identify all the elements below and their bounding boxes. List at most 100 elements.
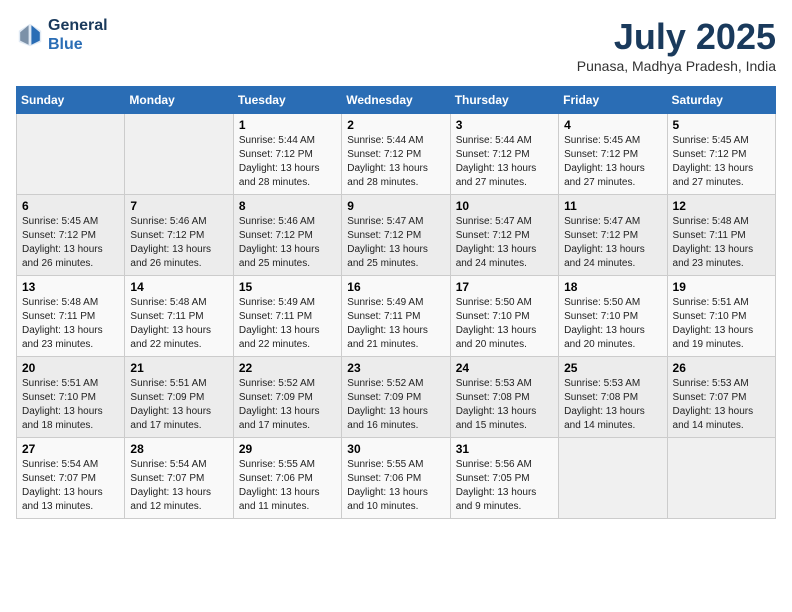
day-number: 26: [673, 361, 770, 375]
day-info: Sunrise: 5:49 AM Sunset: 7:11 PM Dayligh…: [347, 296, 444, 352]
calendar-cell: 3 Sunrise: 5:44 AM Sunset: 7:12 PM Daylig…: [450, 114, 558, 195]
calendar-cell: 7Sunrise: 5:46 AM Sunset: 7:12 PM Daylig…: [125, 195, 233, 276]
header-monday: Monday: [125, 87, 233, 114]
day-number: 29: [239, 442, 336, 456]
day-info: Sunrise: 5:47 AM Sunset: 7:12 PM Dayligh…: [564, 215, 661, 271]
calendar-cell: [667, 438, 775, 519]
day-number: 20: [22, 361, 119, 375]
calendar-week-4: 20 Sunrise: 5:51 AM Sunset: 7:10 PM Dayli…: [17, 357, 776, 438]
day-number: 12: [673, 199, 770, 213]
day-info: Sunrise: 5:51 AM Sunset: 7:10 PM Dayligh…: [673, 296, 770, 352]
calendar-cell: 10 Sunrise: 5:47 AM Sunset: 7:12 PM Dayli…: [450, 195, 558, 276]
day-number: 30: [347, 442, 444, 456]
day-number: 31: [456, 442, 553, 456]
calendar-cell: 18 Sunrise: 5:50 AM Sunset: 7:10 PM Dayli…: [559, 276, 667, 357]
day-number: 25: [564, 361, 661, 375]
calendar-cell: 16 Sunrise: 5:49 AM Sunset: 7:11 PM Dayli…: [342, 276, 450, 357]
day-number: 28: [130, 442, 227, 456]
day-info: Sunrise: 5:50 AM Sunset: 7:10 PM Dayligh…: [456, 296, 553, 352]
calendar-week-3: 13 Sunrise: 5:48 AM Sunset: 7:11 PM Dayli…: [17, 276, 776, 357]
calendar-cell: [559, 438, 667, 519]
day-number: 4: [564, 118, 661, 132]
day-number: 17: [456, 280, 553, 294]
calendar-cell: 8Sunrise: 5:46 AM Sunset: 7:12 PM Daylig…: [233, 195, 341, 276]
day-info: Sunrise: 5:45 AM Sunset: 7:12 PM Dayligh…: [673, 134, 770, 190]
calendar-cell: 24Sunrise: 5:53 AM Sunset: 7:08 PM Dayli…: [450, 357, 558, 438]
logo-blue: Blue: [48, 36, 83, 53]
calendar-cell: 6Sunrise: 5:45 AM Sunset: 7:12 PM Daylig…: [17, 195, 125, 276]
header-thursday: Thursday: [450, 87, 558, 114]
calendar-cell: 23Sunrise: 5:52 AM Sunset: 7:09 PM Dayli…: [342, 357, 450, 438]
calendar-cell: 25 Sunrise: 5:53 AM Sunset: 7:08 PM Dayli…: [559, 357, 667, 438]
day-number: 7: [130, 199, 227, 213]
calendar-cell: 17 Sunrise: 5:50 AM Sunset: 7:10 PM Dayli…: [450, 276, 558, 357]
day-number: 9: [347, 199, 444, 213]
day-info: Sunrise: 5:45 AM Sunset: 7:12 PM Dayligh…: [564, 134, 661, 190]
calendar-cell: 20 Sunrise: 5:51 AM Sunset: 7:10 PM Dayli…: [17, 357, 125, 438]
day-info: Sunrise: 5:44 AM Sunset: 7:12 PM Dayligh…: [456, 134, 553, 190]
calendar-cell: 1Sunrise: 5:44 AM Sunset: 7:12 PM Daylig…: [233, 114, 341, 195]
logo-text: General Blue: [48, 16, 108, 54]
location-subtitle: Punasa, Madhya Pradesh, India: [577, 58, 776, 74]
day-info: Sunrise: 5:52 AM Sunset: 7:09 PM Dayligh…: [239, 377, 336, 433]
day-info: Sunrise: 5:53 AM Sunset: 7:08 PM Dayligh…: [564, 377, 661, 433]
day-number: 15: [239, 280, 336, 294]
day-info: Sunrise: 5:54 AM Sunset: 7:07 PM Dayligh…: [130, 458, 227, 514]
calendar-cell: 2Sunrise: 5:44 AM Sunset: 7:12 PM Daylig…: [342, 114, 450, 195]
day-number: 21: [130, 361, 227, 375]
calendar-cell: [125, 114, 233, 195]
header-saturday: Saturday: [667, 87, 775, 114]
day-number: 10: [456, 199, 553, 213]
day-info: Sunrise: 5:53 AM Sunset: 7:07 PM Dayligh…: [673, 377, 770, 433]
calendar-cell: 27Sunrise: 5:54 AM Sunset: 7:07 PM Dayli…: [17, 438, 125, 519]
day-number: 19: [673, 280, 770, 294]
day-info: Sunrise: 5:48 AM Sunset: 7:11 PM Dayligh…: [673, 215, 770, 271]
day-info: Sunrise: 5:47 AM Sunset: 7:12 PM Dayligh…: [456, 215, 553, 271]
calendar-table: SundayMondayTuesdayWednesdayThursdayFrid…: [16, 86, 776, 519]
logo: General Blue: [16, 16, 108, 54]
calendar-cell: 31Sunrise: 5:56 AM Sunset: 7:05 PM Dayli…: [450, 438, 558, 519]
calendar-cell: 30 Sunrise: 5:55 AM Sunset: 7:06 PM Dayli…: [342, 438, 450, 519]
calendar-cell: 14Sunrise: 5:48 AM Sunset: 7:11 PM Dayli…: [125, 276, 233, 357]
calendar-cell: 5Sunrise: 5:45 AM Sunset: 7:12 PM Daylig…: [667, 114, 775, 195]
calendar-cell: 4 Sunrise: 5:45 AM Sunset: 7:12 PM Daylig…: [559, 114, 667, 195]
day-info: Sunrise: 5:53 AM Sunset: 7:08 PM Dayligh…: [456, 377, 553, 433]
day-info: Sunrise: 5:55 AM Sunset: 7:06 PM Dayligh…: [239, 458, 336, 514]
day-number: 13: [22, 280, 119, 294]
header-tuesday: Tuesday: [233, 87, 341, 114]
day-number: 8: [239, 199, 336, 213]
day-info: Sunrise: 5:51 AM Sunset: 7:09 PM Dayligh…: [130, 377, 227, 433]
day-info: Sunrise: 5:50 AM Sunset: 7:10 PM Dayligh…: [564, 296, 661, 352]
day-info: Sunrise: 5:55 AM Sunset: 7:06 PM Dayligh…: [347, 458, 444, 514]
calendar-cell: 29 Sunrise: 5:55 AM Sunset: 7:06 PM Dayli…: [233, 438, 341, 519]
day-info: Sunrise: 5:48 AM Sunset: 7:11 PM Dayligh…: [130, 296, 227, 352]
header-wednesday: Wednesday: [342, 87, 450, 114]
calendar-cell: [17, 114, 125, 195]
day-info: Sunrise: 5:49 AM Sunset: 7:11 PM Dayligh…: [239, 296, 336, 352]
header-sunday: Sunday: [17, 87, 125, 114]
day-info: Sunrise: 5:51 AM Sunset: 7:10 PM Dayligh…: [22, 377, 119, 433]
logo-general: General: [48, 17, 108, 34]
day-info: Sunrise: 5:52 AM Sunset: 7:09 PM Dayligh…: [347, 377, 444, 433]
calendar-week-5: 27Sunrise: 5:54 AM Sunset: 7:07 PM Dayli…: [17, 438, 776, 519]
calendar-cell: 26 Sunrise: 5:53 AM Sunset: 7:07 PM Dayli…: [667, 357, 775, 438]
calendar-cell: 15 Sunrise: 5:49 AM Sunset: 7:11 PM Dayli…: [233, 276, 341, 357]
calendar-cell: 28 Sunrise: 5:54 AM Sunset: 7:07 PM Dayli…: [125, 438, 233, 519]
calendar-cell: 9Sunrise: 5:47 AM Sunset: 7:12 PM Daylig…: [342, 195, 450, 276]
day-info: Sunrise: 5:48 AM Sunset: 7:11 PM Dayligh…: [22, 296, 119, 352]
day-info: Sunrise: 5:44 AM Sunset: 7:12 PM Dayligh…: [239, 134, 336, 190]
day-info: Sunrise: 5:44 AM Sunset: 7:12 PM Dayligh…: [347, 134, 444, 190]
day-number: 6: [22, 199, 119, 213]
day-number: 11: [564, 199, 661, 213]
day-number: 16: [347, 280, 444, 294]
header-friday: Friday: [559, 87, 667, 114]
logo-icon: [16, 21, 44, 49]
calendar-cell: 11 Sunrise: 5:47 AM Sunset: 7:12 PM Dayli…: [559, 195, 667, 276]
calendar-week-2: 6Sunrise: 5:45 AM Sunset: 7:12 PM Daylig…: [17, 195, 776, 276]
day-number: 3: [456, 118, 553, 132]
day-info: Sunrise: 5:54 AM Sunset: 7:07 PM Dayligh…: [22, 458, 119, 514]
page-header: General Blue July 2025 Punasa, Madhya Pr…: [16, 16, 776, 74]
day-number: 22: [239, 361, 336, 375]
calendar-cell: 19 Sunrise: 5:51 AM Sunset: 7:10 PM Dayli…: [667, 276, 775, 357]
day-number: 18: [564, 280, 661, 294]
